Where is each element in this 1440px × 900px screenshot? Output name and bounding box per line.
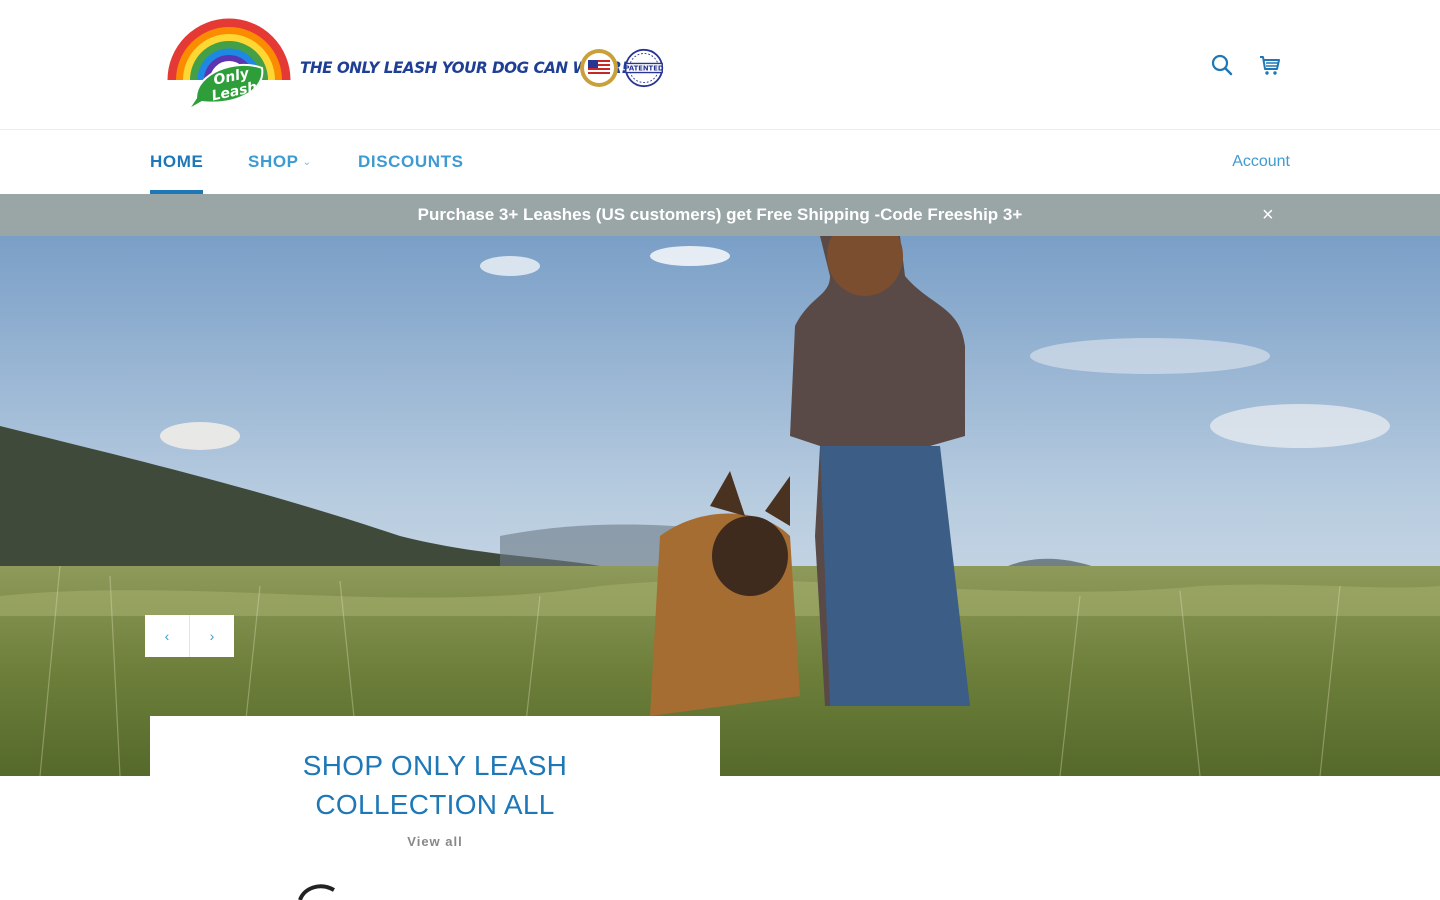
chevron-right-icon: › — [209, 628, 215, 644]
nav-item-discounts[interactable]: DISCOUNTS — [358, 152, 464, 172]
featured-collection-card: SHOP ONLY LEASH COLLECTION ALL View all — [150, 716, 720, 856]
slideshow-next-button[interactable]: › — [189, 615, 234, 657]
view-all-link[interactable]: View all — [407, 834, 462, 849]
slideshow-prev-button[interactable]: ‹ — [145, 615, 189, 657]
chevron-down-icon: ⌄ — [302, 157, 312, 169]
product-image-peek — [298, 884, 335, 900]
patented-seal-text: PATENTED — [625, 65, 664, 73]
patented-seal-icon: PATENTED — [625, 48, 664, 88]
slideshow-controls: ‹ › — [145, 615, 234, 657]
close-icon[interactable]: × — [1262, 203, 1274, 227]
nav-item-shop[interactable]: SHOP ⌄ — [248, 152, 312, 172]
hero-image — [0, 236, 1440, 776]
cart-icon[interactable] — [1257, 52, 1283, 78]
announcement-text[interactable]: Purchase 3+ Leashes (US customers) get F… — [0, 205, 1440, 225]
main-navigation: HOME SHOP ⌄ DISCOUNTS Account — [0, 130, 1440, 194]
search-icon[interactable] — [1209, 52, 1235, 78]
account-link[interactable]: Account — [1232, 153, 1290, 171]
chevron-left-icon: ‹ — [164, 628, 170, 644]
collection-title[interactable]: SHOP ONLY LEASH COLLECTION ALL — [150, 746, 720, 824]
hero-slideshow — [0, 236, 1440, 776]
site-logo[interactable]: Only Leash THE ONLY LEASH YOUR DOG CAN W… — [166, 18, 671, 113]
announcement-bar: Purchase 3+ Leashes (US customers) get F… — [0, 194, 1440, 236]
nav-item-shop-label: SHOP — [248, 152, 299, 171]
made-in-usa-seal-icon — [580, 49, 618, 87]
nav-item-home[interactable]: HOME — [150, 152, 203, 172]
site-header: Only Leash THE ONLY LEASH YOUR DOG CAN W… — [0, 0, 1440, 130]
